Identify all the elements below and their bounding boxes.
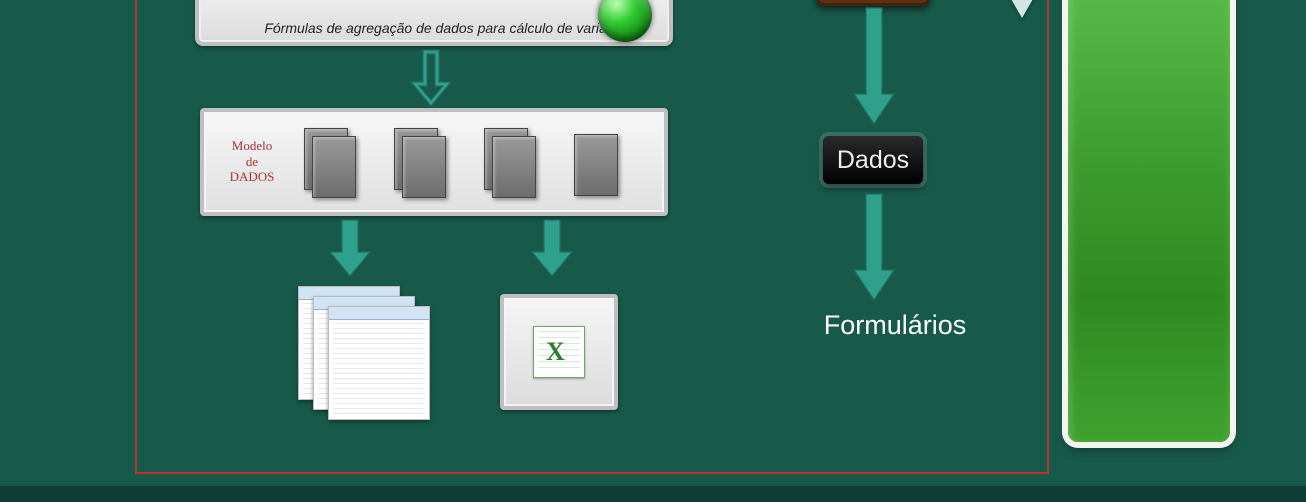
formulas-caption: Fórmulas de agregação de dados para cálc… [258,20,638,36]
model-line1: Modelo [232,138,272,153]
arrow-down-icon [405,48,457,108]
dados-label: Dados [823,136,923,184]
model-line3: DADOS [230,169,275,184]
arrow-down-icon [850,192,898,302]
arrow-down-icon [324,216,376,280]
data-model-panel: Modelo de DADOS [200,108,668,216]
data-model-label: Modelo de DADOS [218,138,286,185]
excel-output-panel: X [500,294,618,410]
excel-icon: X [533,326,585,378]
formularios-label: Formulários [810,310,980,341]
arrow-down-icon [850,6,898,126]
excel-x-glyph: X [546,337,565,367]
arrow-down-icon [526,216,578,280]
model-line2: de [246,154,258,169]
diagram-stage: Fórmulas de agregação de dados para cálc… [0,0,1306,502]
worksheet-output-icon [298,286,438,416]
base-band [0,486,1306,502]
triangle-indicator-icon [1000,0,1044,18]
right-green-panel [1068,0,1230,442]
